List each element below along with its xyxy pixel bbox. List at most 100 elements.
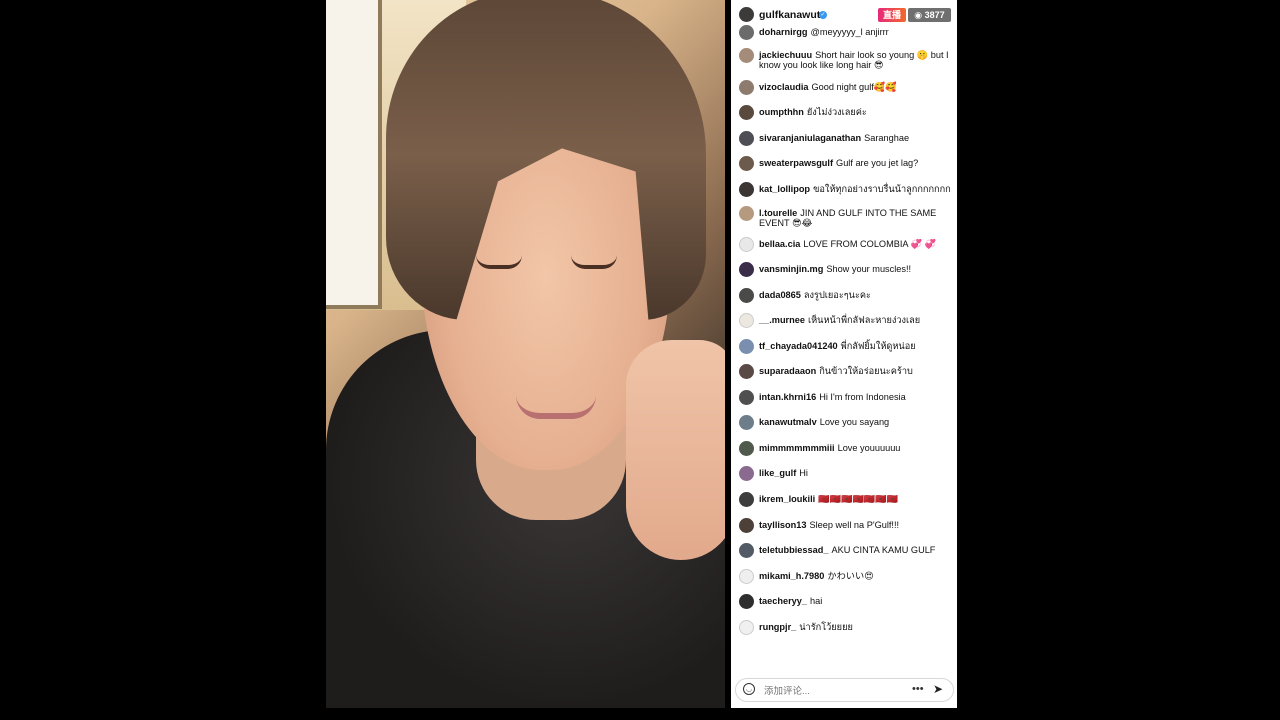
commenter-username[interactable]: tf_chayada041240 [759,341,838,351]
commenter-avatar[interactable] [739,339,754,354]
comment-body: sweaterpawsgulf Gulf are you jet lag? [759,158,953,168]
comment-input[interactable] [762,682,906,700]
commenter-username[interactable]: vansminjin.mg [759,264,823,274]
commenter-username[interactable]: __.murnee [759,315,805,325]
comment-text: hai [810,596,823,606]
comment-text: ลงรูปเยอะๆนะคะ [803,290,871,300]
commenter-avatar[interactable] [739,156,754,171]
comment-body: oumpthhn ยังไม่ง่วงเลยค่ะ [759,107,953,117]
commenter-username[interactable]: vizoclaudia [759,82,809,92]
commenter-avatar[interactable] [739,364,754,379]
live-header: gulfkanawut ✓ 直播 ◉ 3877 [731,0,957,30]
comment-text: น่ารักโว้ยยยย [799,622,853,632]
commenter-username[interactable]: doharnirgg [759,27,808,37]
live-badge: 直播 [878,8,906,22]
commenter-username[interactable]: sivaranjaniulaganathan [759,133,861,143]
comment-text: Show your muscles!! [826,264,912,274]
comment-composer: ◡ ••• ➤ [735,678,954,702]
commenter-avatar[interactable] [739,182,754,197]
commenter-username[interactable]: mikami_h.7980 [759,571,824,581]
commenter-username[interactable]: jackiechuuu [759,50,812,60]
emoji-icon[interactable]: ◡ [743,683,755,695]
video-hand [626,340,725,560]
commenter-avatar[interactable] [739,105,754,120]
commenter-avatar[interactable] [739,543,754,558]
video-eye-left [476,255,522,269]
commenter-username[interactable]: kanawutmalv [759,417,817,427]
commenter-username[interactable]: mimmmmmmmiii [759,443,835,453]
commenter-avatar[interactable] [739,569,754,584]
verified-badge-icon: ✓ [819,11,827,19]
send-icon[interactable]: ➤ [933,682,943,696]
host-avatar[interactable] [739,7,754,22]
comment-text: Sleep well na P'Gulf!!! [809,520,900,530]
commenter-username[interactable]: kat_lollipop [759,184,810,194]
comment-body: taecheryy_ hai [759,596,953,606]
commenter-avatar[interactable] [739,237,754,252]
comment-text: ยังไม่ง่วงเลยค่ะ [806,107,867,117]
comment-body: mimmmmmmmiii Love youuuuuu [759,443,953,453]
commenter-avatar[interactable] [739,594,754,609]
comment-text: เห็นหน้าพี่กลัฟละหายง่วงเลย [807,315,921,325]
commenter-avatar[interactable] [739,206,754,221]
commenter-username[interactable]: l.tourelle [759,208,797,218]
comment-body: tayllison13 Sleep well na P'Gulf!!! [759,520,953,530]
commenter-avatar[interactable] [739,80,754,95]
comment-body: ikrem_loukili 🇲🇦🇲🇦🇲🇦🇲🇦🇲🇦🇲🇦🇲🇦 [759,494,953,504]
commenter-avatar[interactable] [739,48,754,63]
commenter-username[interactable]: ikrem_loukili [759,494,815,504]
commenter-avatar[interactable] [739,492,754,507]
video-mouth [516,395,596,419]
commenter-avatar[interactable] [739,313,754,328]
host-username[interactable]: gulfkanawut [759,9,820,21]
commenter-username[interactable]: dada0865 [759,290,801,300]
commenter-username[interactable]: taecheryy_ [759,596,807,606]
comment-body: vansminjin.mg Show your muscles!! [759,264,953,274]
comment-body: kat_lollipop ขอให้ทุกอย่างราบรื่นน้าลูกกก… [759,184,953,194]
commenter-avatar[interactable] [739,390,754,405]
commenter-username[interactable]: tayllison13 [759,520,807,530]
commenter-avatar[interactable] [739,620,754,635]
comment-body: kanawutmalv Love you sayang [759,417,953,427]
live-comments-panel: gulfkanawut ✓ 直播 ◉ 3877 doharnirgg @meyyy… [731,0,957,708]
commenter-avatar[interactable] [739,262,754,277]
comment-text: Hi I'm from Indonesia [819,392,906,402]
commenter-username[interactable]: suparadaaon [759,366,816,376]
commenter-avatar[interactable] [739,518,754,533]
comment-text: กินข้าวให้อร่อยนะคร้าบ [819,366,913,376]
commenter-username[interactable]: rungpjr_ [759,622,796,632]
commenter-avatar[interactable] [739,466,754,481]
commenter-avatar[interactable] [739,415,754,430]
commenter-username[interactable]: intan.khrni16 [759,392,816,402]
comment-body: teletubbiessad_ AKU CINTA KAMU GULF [759,545,953,555]
comment-body: bellaa.cia LOVE FROM COLOMBIA 💞 💞 [759,239,953,249]
viewer-count-badge: ◉ 3877 [908,8,951,22]
comment-text: Love you sayang [819,417,890,427]
comment-text: Hi [799,468,808,478]
video-eye-right [571,255,617,269]
comment-text: Gulf are you jet lag? [836,158,919,168]
commenter-avatar[interactable] [739,131,754,146]
comment-body: like_gulf Hi [759,468,953,478]
comment-body: sivaranjaniulaganathan Saranghae [759,133,953,143]
comment-text: AKU CINTA KAMU GULF [831,545,936,555]
comment-body: doharnirgg @meyyyyy_l anjirrr [759,27,953,37]
live-video[interactable] [326,0,725,708]
commenter-avatar[interactable] [739,25,754,40]
comment-text: LOVE FROM COLOMBIA 💞 💞 [803,239,937,249]
commenter-username[interactable]: sweaterpawsgulf [759,158,833,168]
commenter-username[interactable]: oumpthhn [759,107,804,117]
comment-text: Saranghae [864,133,910,143]
comment-text: พี่กลัฟยิ้มให้ดูหน่อย [840,341,916,351]
comment-text: Good night gulf🥰🥰 [811,82,897,92]
commenter-username[interactable]: bellaa.cia [759,239,800,249]
commenter-avatar[interactable] [739,441,754,456]
comment-body: __.murnee เห็นหน้าพี่กลัฟละหายง่วงเลย [759,315,953,325]
comment-body: suparadaaon กินข้าวให้อร่อยนะคร้าบ [759,366,953,376]
commenter-username[interactable]: like_gulf [759,468,796,478]
commenter-avatar[interactable] [739,288,754,303]
commenter-username[interactable]: teletubbiessad_ [759,545,828,555]
comment-body: tf_chayada041240 พี่กลัฟยิ้มให้ดูหน่อย [759,341,953,351]
more-options-icon[interactable]: ••• [912,683,924,695]
comment-body: dada0865 ลงรูปเยอะๆนะคะ [759,290,953,300]
